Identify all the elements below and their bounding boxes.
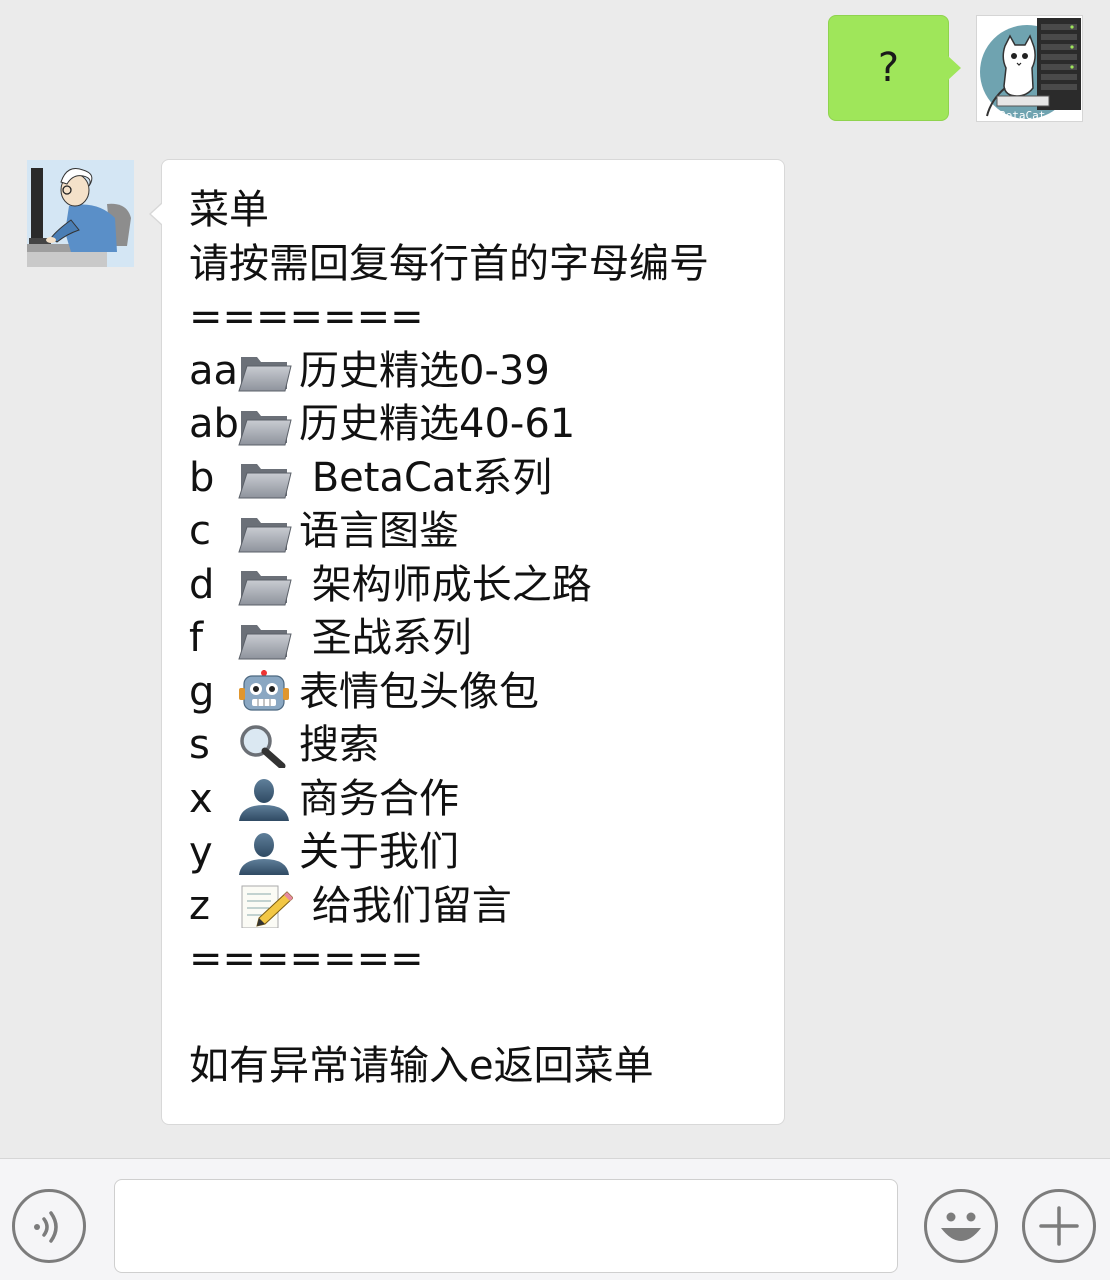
menu-item-label: 语言图鉴 [299,508,459,554]
menu-item: f 圣战系列 [189,612,784,666]
menu-item: s 搜索 [189,719,784,773]
folder-icon [235,456,293,500]
menu-item-label: 历史精选40-61 [299,401,576,447]
menu-item-key: ab [189,401,239,447]
betacat-avatar-image: BetaCat [977,16,1082,122]
menu-item-label: 架构师成长之路 [299,561,592,608]
menu-item: g 表情包头像包 [189,666,784,720]
person-icon [235,777,293,822]
voice-button[interactable] [12,1189,86,1263]
error-hint: 如有异常请输入e返回菜单 [189,1043,654,1089]
separator-top: ======= [189,294,424,340]
emoji-button[interactable] [924,1189,998,1263]
message-input[interactable] [114,1179,898,1273]
folder-icon [235,563,293,607]
menu-list: aa 历史精选0-39 ab 历史精选40-61 b BetaCat系列 c 语言图鉴 d 架… [189,345,784,934]
chat-area: ? BetaCat 菜单 请按需回复每行首的字母编号 ======= aa 历史… [0,0,1110,1158]
menu-item-label: 历史精选0-39 [299,347,550,394]
menu-item: aa 历史精选0-39 [189,345,784,399]
programmer-avatar-image [27,160,134,267]
menu-item-label: 搜索 [299,722,379,768]
plus-icon [1039,1206,1079,1246]
menu-item-key: y [189,829,213,875]
voice-icon [34,1211,58,1243]
folder-icon [235,510,293,554]
menu-title: 菜单 [189,187,269,233]
contact-avatar[interactable] [27,160,134,267]
menu-item: c 语言图鉴 [189,505,784,559]
menu-item: b BetaCat系列 [189,452,784,506]
magnifier-icon [235,724,293,770]
menu-item: x 商务合作 [189,773,784,827]
person-icon [235,831,293,875]
folder-icon [235,617,293,661]
menu-item: d 架构师成长之路 [189,559,784,613]
input-bar [0,1158,1110,1280]
outgoing-message-bubble[interactable]: ? [828,15,961,121]
smiley-icon [941,1212,981,1241]
menu-item-key: c [189,508,211,554]
menu-item-key: b [189,454,215,501]
menu-item-label: 表情包头像包 [299,668,539,715]
menu-item: ab 历史精选40-61 [189,398,784,452]
menu-item-key: d [189,561,215,608]
outgoing-message-text: ? [877,45,900,91]
menu-item-label: 商务合作 [299,775,459,822]
menu-item-key: z [189,882,210,929]
menu-item: y 关于我们 [189,826,784,880]
robot-icon [235,670,293,714]
memo-icon [235,884,294,929]
betacat-logo-text: BetaCat [999,109,1045,122]
menu-item-label: 圣战系列 [299,615,472,661]
menu-item-label: 关于我们 [299,829,459,875]
folder-icon [235,403,293,447]
menu-item-key: x [189,775,213,822]
menu-item-key: s [189,722,210,768]
menu-item-label: 给我们留言 [299,882,512,929]
menu-item-key: g [189,668,215,715]
incoming-message-bubble[interactable]: 菜单 请按需回复每行首的字母编号 ======= aa 历史精选0-39 ab 历史精… [149,159,785,1125]
my-avatar[interactable]: BetaCat [976,15,1083,122]
folder-icon [235,349,293,393]
menu-item-label: BetaCat系列 [299,454,553,501]
menu-item: z 给我们留言 [189,880,784,934]
separator-bottom: ======= [189,936,424,982]
menu-item-key: f [189,615,204,661]
menu-item-key: aa [189,347,239,394]
more-button[interactable] [1022,1189,1096,1263]
menu-instructions: 请按需回复每行首的字母编号 [189,240,709,287]
